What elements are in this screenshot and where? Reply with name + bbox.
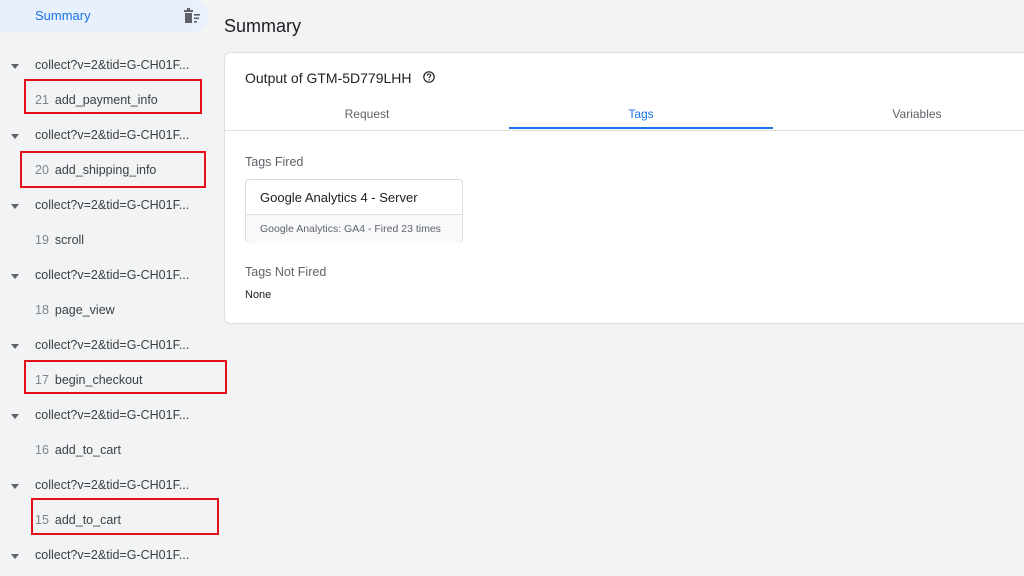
event-name: page_view: [54, 303, 115, 317]
sidebar-summary-item[interactable]: Summary: [0, 0, 208, 32]
sidebar-summary-label: Summary: [35, 8, 91, 23]
request-group-header[interactable]: collect?v=2&tid=G-CH01F...: [0, 128, 215, 148]
request-group-header[interactable]: collect?v=2&tid=G-CH01F...: [0, 478, 215, 498]
event-name: scroll: [54, 233, 85, 247]
request-group-header[interactable]: collect?v=2&tid=G-CH01F...: [0, 338, 215, 358]
request-group-header[interactable]: collect?v=2&tid=G-CH01F...: [0, 408, 215, 428]
tags-not-fired-heading: Tags Not Fired: [245, 265, 327, 279]
request-group-header[interactable]: collect?v=2&tid=G-CH01F...: [0, 198, 215, 218]
fired-tag-card[interactable]: Google Analytics 4 - Server Google Analy…: [245, 179, 463, 243]
request-group-header[interactable]: collect?v=2&tid=G-CH01F...: [0, 58, 215, 78]
event-item[interactable]: 19 scroll: [35, 233, 84, 253]
active-tab-indicator: [509, 127, 773, 129]
request-group-title: collect?v=2&tid=G-CH01F...: [35, 408, 190, 422]
delete-sweep-icon[interactable]: [183, 8, 201, 24]
highlight-box: [31, 498, 219, 535]
fired-tag-detail-bar: Google Analytics: GA4 - Fired 23 times: [246, 214, 462, 243]
help-circle-icon[interactable]: [423, 71, 435, 83]
tab-bar: Request Tags Variables: [225, 97, 1024, 131]
caret-down-icon[interactable]: [11, 134, 19, 139]
highlight-box: [24, 360, 227, 394]
request-group-title: collect?v=2&tid=G-CH01F...: [35, 128, 190, 142]
highlight-box: [24, 79, 202, 114]
request-group-header[interactable]: collect?v=2&tid=G-CH01F...: [0, 548, 215, 568]
output-card: Output of GTM-5D779LHH Request Tags Vari…: [224, 52, 1024, 324]
tags-not-fired-value: None: [245, 289, 272, 301]
request-group-title: collect?v=2&tid=G-CH01F...: [35, 58, 190, 72]
caret-down-icon[interactable]: [11, 64, 19, 69]
highlight-box: [20, 151, 206, 188]
event-item[interactable]: 16 add_to_cart: [35, 443, 121, 463]
card-title: Output of GTM-5D779LHH: [245, 70, 412, 86]
event-number: 16: [35, 443, 49, 457]
request-group-title: collect?v=2&tid=G-CH01F...: [35, 478, 190, 492]
request-group-title: collect?v=2&tid=G-CH01F...: [35, 548, 190, 562]
caret-down-icon[interactable]: [11, 414, 19, 419]
tab-variables[interactable]: Variables: [785, 97, 1024, 130]
tags-fired-heading: Tags Fired: [245, 155, 304, 169]
page-title: Summary: [224, 16, 302, 36]
request-group-title: collect?v=2&tid=G-CH01F...: [35, 338, 190, 352]
tab-request[interactable]: Request: [235, 97, 499, 130]
event-number: 19: [35, 233, 49, 247]
event-number: 18: [35, 303, 49, 317]
request-group-header[interactable]: collect?v=2&tid=G-CH01F...: [0, 268, 215, 288]
fired-tag-detail: Google Analytics: GA4 - Fired 23 times: [260, 223, 441, 235]
request-group-title: collect?v=2&tid=G-CH01F...: [35, 268, 190, 282]
caret-down-icon[interactable]: [11, 274, 19, 279]
caret-down-icon[interactable]: [11, 344, 19, 349]
caret-down-icon[interactable]: [11, 204, 19, 209]
fired-tag-name: Google Analytics 4 - Server: [260, 190, 418, 205]
request-group-title: collect?v=2&tid=G-CH01F...: [35, 198, 190, 212]
caret-down-icon[interactable]: [11, 554, 19, 559]
tab-tags[interactable]: Tags: [509, 97, 773, 130]
caret-down-icon[interactable]: [11, 484, 19, 489]
event-item[interactable]: 18 page_view: [35, 303, 115, 323]
event-name: add_to_cart: [54, 443, 121, 457]
sidebar: Summary collect?v=2&tid=G-CH01F... 21 add…: [0, 0, 227, 576]
